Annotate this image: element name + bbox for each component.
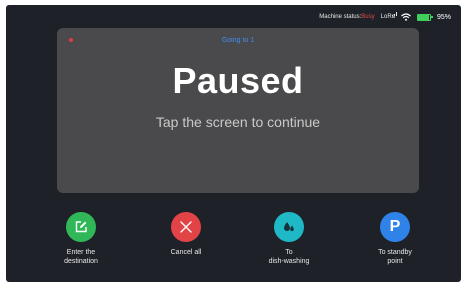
standby-point-label: To standby point [378,249,412,265]
parking-icon: P [380,212,410,242]
water-drops-icon [274,212,304,242]
machine-status-value: Busy [361,14,375,20]
destination-label: Going to 1 [221,37,255,44]
standby-point-button[interactable]: P To standby point [355,212,435,266]
enter-destination-label: Enter the destination [64,249,98,265]
status-bar: Machine status:Busy LoRa 95% [319,10,451,24]
dish-washing-label: To dish-washing [268,249,310,265]
continue-hint: Tap the screen to continue [155,114,321,130]
cancel-all-button[interactable]: Cancel all [146,212,226,257]
lora-indicator: LoRa [381,12,397,20]
enter-destination-button[interactable]: Enter the destination [41,212,121,266]
battery-percent: 95% [436,13,451,21]
cancel-all-label: Cancel all [170,249,202,256]
machine-status-label: Machine status: [319,14,362,20]
paused-title: Paused [172,60,304,101]
edit-icon [66,212,96,242]
battery-fill [417,14,430,20]
robot-screen: Machine status:Busy LoRa 95% Going to 1 … [6,5,461,282]
dish-washing-button[interactable]: To dish-washing [249,212,329,266]
battery-icon [416,13,433,21]
machine-status: Machine status:Busy [319,14,374,20]
lora-signal-icon [391,12,397,16]
paused-panel[interactable]: Going to 1 Paused Tap the screen to cont… [57,28,419,193]
close-icon [171,212,201,242]
wifi-icon [401,13,411,21]
parking-letter: P [389,218,401,235]
